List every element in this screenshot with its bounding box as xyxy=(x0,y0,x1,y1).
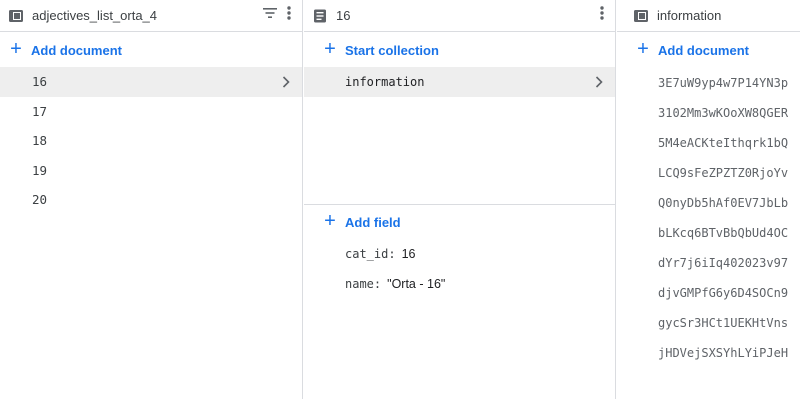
more-vert-icon[interactable] xyxy=(286,5,292,26)
chevron-right-icon xyxy=(282,67,290,97)
plus-icon: + xyxy=(10,38,22,60)
document-id: jHDVejSXSYhLYiPJeH xyxy=(658,346,789,360)
add-field-label: Add field xyxy=(345,214,401,230)
add-document-button[interactable]: + Add document xyxy=(0,32,302,68)
fields-section: + Add field cat_id: 16 name: "Orta - 16" xyxy=(304,205,615,299)
plus-icon: + xyxy=(324,210,336,232)
field-row-cat-id[interactable]: cat_id: 16 xyxy=(304,239,615,269)
document-icon xyxy=(312,8,328,24)
document-id: LCQ9sFeZPZTZ0RjoYv xyxy=(658,166,789,180)
collection-icon xyxy=(8,8,24,24)
subcollection-panel: information + Add document 3E7uW9yp4w7P1… xyxy=(617,0,800,399)
document-id: 17 xyxy=(32,103,48,119)
start-collection-label: Start collection xyxy=(345,42,439,58)
document-id: Q0nyDb5hAf0EV7JbLb xyxy=(658,196,789,210)
document-header: 16 xyxy=(304,0,615,32)
document-id: 20 xyxy=(32,192,48,208)
document-id: djvGMPfG6y6D4SOCn9 xyxy=(658,286,789,300)
collection-title: adjectives_list_orta_4 xyxy=(32,8,158,23)
field-row-name[interactable]: name: "Orta - 16" xyxy=(304,269,615,299)
list-item[interactable]: 3102Mm3wKOoXW8QGER xyxy=(617,98,800,128)
subcollection-document-list: 3E7uW9yp4w7P14YN3p 3102Mm3wKOoXW8QGER 5M… xyxy=(617,68,800,368)
field-key: name xyxy=(345,277,374,291)
document-id: 16 xyxy=(32,74,48,90)
subcollection-header: information xyxy=(617,0,800,32)
document-title: 16 xyxy=(336,8,351,23)
add-document-label: Add document xyxy=(31,42,122,58)
field-value: "Orta - 16" xyxy=(387,277,446,291)
subcollection-title: information xyxy=(657,8,722,23)
list-item[interactable]: LCQ9sFeZPZTZ0RjoYv xyxy=(617,158,800,188)
document-id: 3102Mm3wKOoXW8QGER xyxy=(658,106,789,120)
field-key: cat_id xyxy=(345,247,389,261)
list-item[interactable]: 5M4eACKteIthqrk1bQ xyxy=(617,128,800,158)
document-id: 5M4eACKteIthqrk1bQ xyxy=(658,136,789,150)
document-item-17[interactable]: 17 xyxy=(0,97,302,127)
list-item[interactable]: jHDVejSXSYhLYiPJeH xyxy=(617,338,800,368)
document-item-19[interactable]: 19 xyxy=(0,156,302,186)
list-item[interactable]: bLKcq6BTvBbQbUd4OC xyxy=(617,218,800,248)
document-id: 18 xyxy=(32,133,48,149)
plus-icon: + xyxy=(324,38,336,60)
subcollection-name: information xyxy=(345,75,425,89)
add-field-button[interactable]: + Add field xyxy=(304,205,615,239)
subcollection-item-information[interactable]: information xyxy=(304,67,615,97)
list-item[interactable]: dYr7j6iIq402023v97 xyxy=(617,248,800,278)
document-item-16[interactable]: 16 xyxy=(0,67,302,97)
document-item-20[interactable]: 20 xyxy=(0,185,302,215)
document-id: 19 xyxy=(32,162,48,178)
plus-icon: + xyxy=(637,38,649,60)
document-id: gycSr3HCt1UEKHtVns xyxy=(658,316,789,330)
field-value: 16 xyxy=(401,247,416,261)
list-item[interactable]: Q0nyDb5hAf0EV7JbLb xyxy=(617,188,800,218)
document-list: 16 17 18 19 20 xyxy=(0,67,302,215)
document-item-18[interactable]: 18 xyxy=(0,126,302,156)
list-item[interactable]: djvGMPfG6y6D4SOCn9 xyxy=(617,278,800,308)
add-document-label: Add document xyxy=(658,42,749,58)
more-vert-icon[interactable] xyxy=(599,5,605,26)
start-collection-button[interactable]: + Start collection xyxy=(304,32,615,68)
collection-panel: adjectives_list_orta_4 + Add document 16… xyxy=(0,0,303,399)
document-id: dYr7j6iIq402023v97 xyxy=(658,256,789,270)
list-item[interactable]: gycSr3HCt1UEKHtVns xyxy=(617,308,800,338)
collection-icon xyxy=(633,8,649,24)
add-document-button[interactable]: + Add document xyxy=(617,32,800,68)
document-id: 3E7uW9yp4w7P14YN3p xyxy=(658,76,789,90)
chevron-right-icon xyxy=(595,67,603,97)
filter-icon[interactable] xyxy=(262,5,278,26)
document-id: bLKcq6BTvBbQbUd4OC xyxy=(658,226,789,240)
collection-header: adjectives_list_orta_4 xyxy=(0,0,302,32)
document-panel: 16 + Start collection information + Add … xyxy=(304,0,616,399)
list-item[interactable]: 3E7uW9yp4w7P14YN3p xyxy=(617,68,800,98)
